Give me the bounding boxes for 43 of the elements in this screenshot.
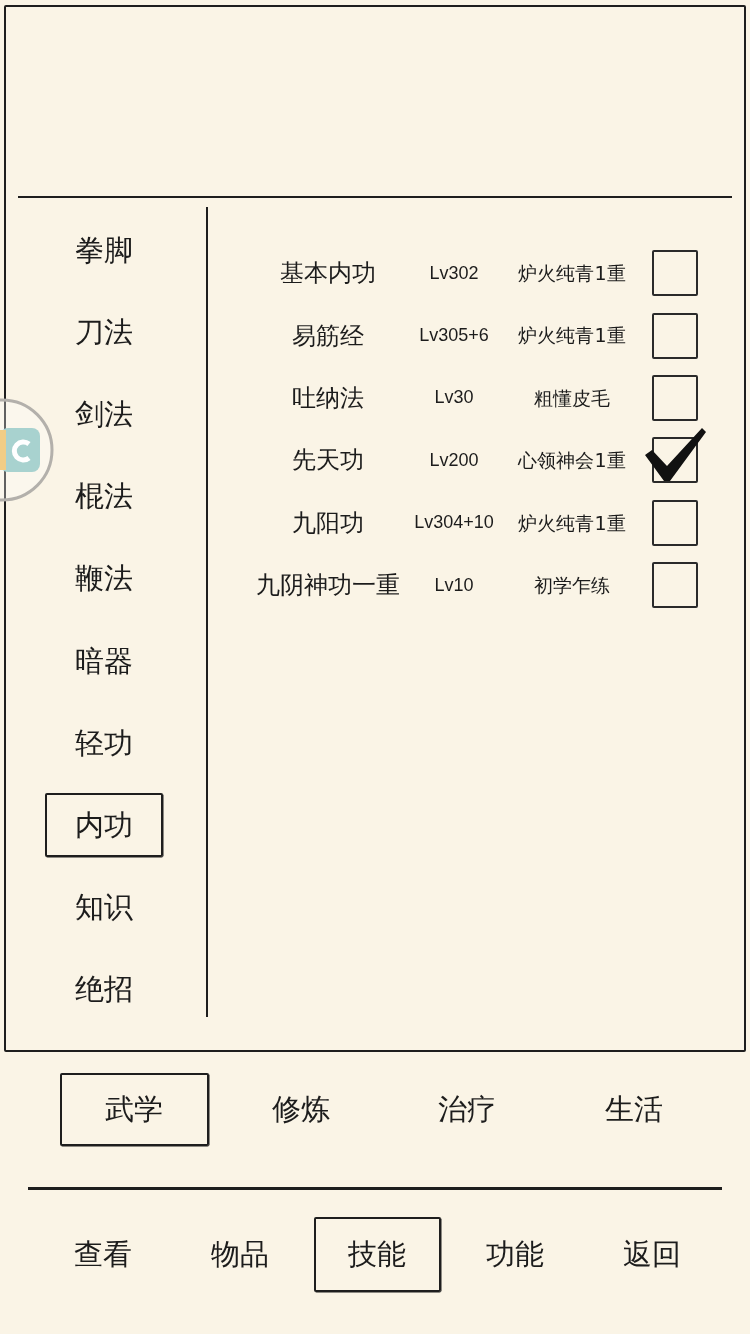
- skill-rank: 粗懂皮毛: [533, 385, 611, 411]
- skill-level: Lv10: [433, 573, 475, 597]
- category-tab[interactable]: 轻功: [45, 711, 163, 776]
- menu-tab[interactable]: 技能: [313, 1217, 441, 1292]
- skill-name: 九阴神功一重: [255, 570, 401, 602]
- skill-rank: 炉火纯青1重: [517, 260, 627, 286]
- menu-tab[interactable]: 查看: [39, 1217, 167, 1292]
- skill-name: 基本内功: [279, 258, 377, 290]
- menu-tab[interactable]: 物品: [176, 1217, 304, 1292]
- skill-level: Lv305+6: [418, 324, 490, 348]
- category-tab[interactable]: 暗器: [45, 629, 163, 694]
- category-tab[interactable]: 绝招: [45, 957, 163, 1022]
- checkbox[interactable]: [652, 562, 698, 609]
- menu-tab[interactable]: 功能: [451, 1217, 579, 1292]
- category-tab[interactable]: 刀法: [45, 300, 163, 365]
- category-tab[interactable]: 拳脚: [45, 218, 163, 283]
- menu-tab[interactable]: 返回: [588, 1217, 716, 1292]
- skill-rank: 炉火纯青1重: [517, 323, 627, 349]
- skill-level: Lv200: [428, 448, 480, 472]
- skill-name: 易筋经: [291, 320, 365, 352]
- checkbox[interactable]: [652, 374, 698, 421]
- category-tab[interactable]: 鞭法: [45, 546, 163, 611]
- skill-level: Lv304+10: [413, 511, 495, 535]
- category-tab[interactable]: 棍法: [45, 464, 163, 529]
- skill-rank: 炉火纯青1重: [517, 510, 627, 536]
- checkbox[interactable]: [652, 312, 698, 359]
- category-tab[interactable]: 知识: [45, 875, 163, 940]
- check-icon: [645, 428, 706, 482]
- category-tab[interactable]: 剑法: [45, 382, 163, 447]
- section-tab[interactable]: 治疗: [392, 1073, 542, 1146]
- skill-level: Lv302: [428, 261, 480, 285]
- section-tab[interactable]: 生活: [559, 1073, 709, 1146]
- skill-level: Lv30: [433, 386, 475, 410]
- checkbox[interactable]: [652, 499, 698, 546]
- category-tab[interactable]: 内功: [45, 793, 163, 858]
- skill-name: 九阳功: [291, 507, 365, 539]
- section-tab[interactable]: 修炼: [226, 1073, 376, 1146]
- skill-name: 先天功: [291, 445, 365, 477]
- skill-rank: 心领神会1重: [517, 448, 627, 474]
- skill-name: 吐纳法: [291, 382, 365, 414]
- checkbox[interactable]: [652, 250, 698, 297]
- section-tab[interactable]: 武学: [59, 1073, 209, 1146]
- skill-rank: 初学乍练: [533, 572, 611, 598]
